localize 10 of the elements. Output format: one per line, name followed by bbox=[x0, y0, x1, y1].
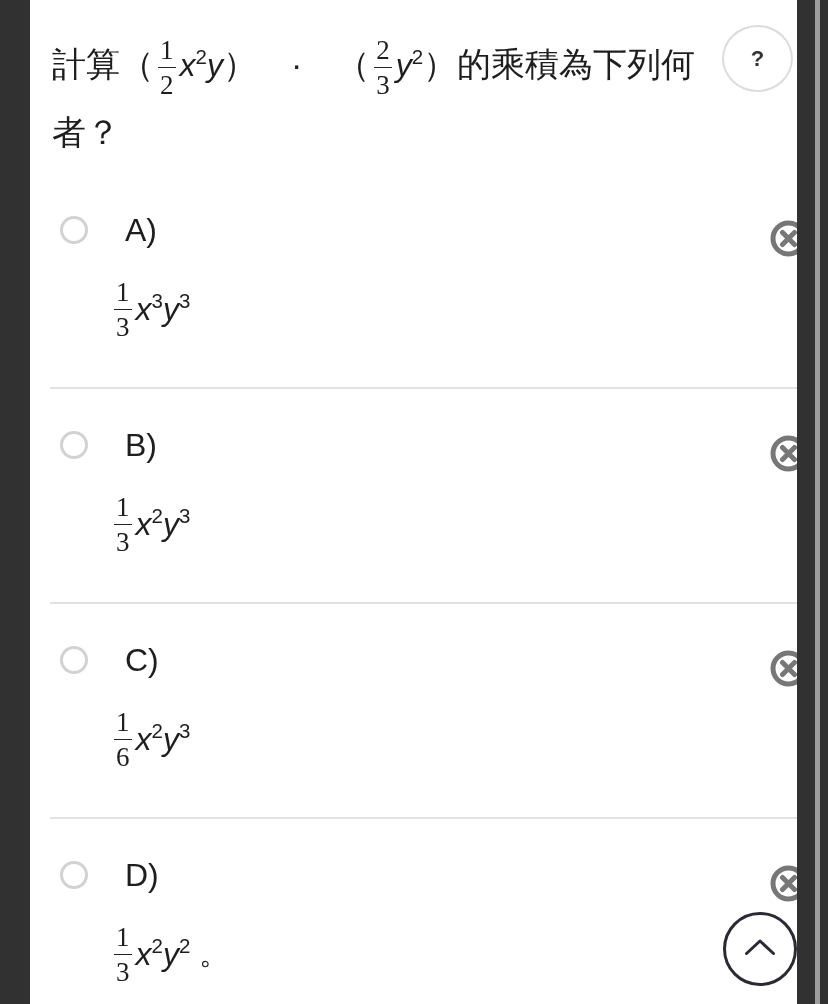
option-label: B) bbox=[125, 425, 157, 464]
chevron-up-icon bbox=[745, 939, 775, 955]
radio-button[interactable] bbox=[60, 215, 88, 244]
option-label: A) bbox=[125, 210, 157, 249]
radio-button[interactable] bbox=[60, 645, 88, 674]
option-label: D) bbox=[125, 855, 159, 894]
radio-button[interactable] bbox=[60, 430, 88, 459]
option-label: C) bbox=[125, 640, 159, 679]
radio-button[interactable] bbox=[60, 860, 88, 889]
help-button[interactable]: ? bbox=[722, 25, 793, 92]
